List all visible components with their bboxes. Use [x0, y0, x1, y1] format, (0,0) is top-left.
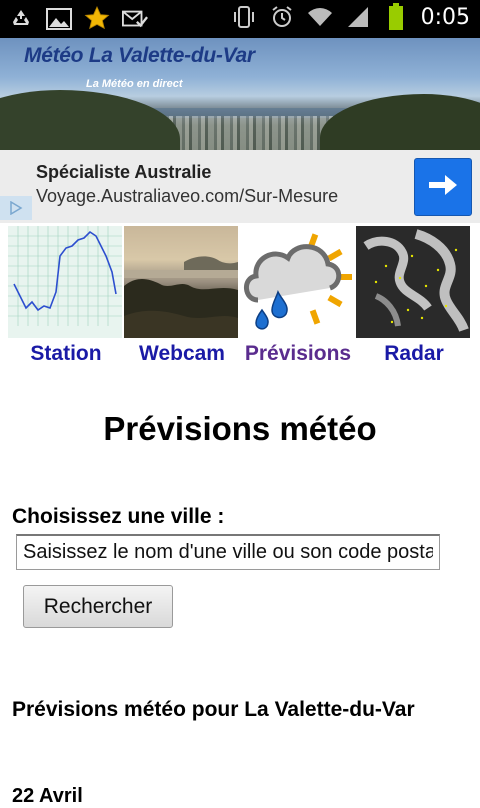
status-bar: 0:05 — [0, 0, 480, 38]
nav-webcam[interactable]: Webcam — [124, 226, 240, 372]
forecast-date: 22 Avril — [12, 785, 83, 807]
nav-station-label[interactable]: Station — [8, 342, 124, 366]
recycle-icon — [8, 6, 34, 32]
ad-title[interactable]: Spécialiste Australie — [36, 162, 211, 183]
arrow-right-icon — [427, 172, 459, 203]
ad-open-button[interactable] — [414, 158, 472, 216]
city-label: Choisissez une ville : — [12, 505, 225, 528]
site-subtitle: La Météo en direct — [86, 78, 183, 90]
radar-thumbnail[interactable] — [356, 226, 470, 338]
system-icons: 0:05 — [231, 3, 470, 30]
page-title: Prévisions météo — [103, 410, 377, 447]
clock: 0:05 — [420, 4, 470, 30]
station-chart-thumbnail[interactable] — [8, 226, 122, 338]
advertisement[interactable]: Spécialiste Australie Voyage.Australiave… — [0, 150, 480, 223]
site-banner[interactable]: Météo La Valette-du-Var La Météo en dire… — [0, 38, 480, 150]
nav-previsions[interactable]: Prévisions — [240, 226, 356, 372]
forecast-section-title: Prévisions météo pour La Valette-du-Var — [12, 698, 415, 721]
mail-check-icon — [122, 6, 148, 32]
image-icon — [46, 6, 72, 32]
star-icon — [84, 6, 110, 32]
forecast-weather-thumbnail[interactable] — [240, 226, 354, 338]
battery-icon — [383, 3, 409, 30]
adchoices-icon[interactable] — [0, 196, 32, 220]
wifi-icon — [307, 4, 333, 30]
section-nav: Station Webcam Prévisions Radar — [0, 226, 480, 374]
search-button[interactable]: Rechercher — [23, 585, 173, 628]
banner-hill-right — [320, 94, 480, 150]
signal-icon — [345, 4, 371, 30]
city-search-input[interactable] — [16, 534, 440, 570]
site-title: Météo La Valette-du-Var — [24, 44, 255, 67]
nav-webcam-label[interactable]: Webcam — [124, 342, 240, 366]
vibrate-icon — [231, 4, 257, 30]
nav-previsions-label[interactable]: Prévisions — [240, 342, 356, 366]
notification-icons — [8, 6, 148, 32]
nav-radar-label[interactable]: Radar — [356, 342, 472, 366]
nav-station[interactable]: Station — [8, 226, 124, 372]
nav-radar[interactable]: Radar — [356, 226, 472, 372]
ad-url[interactable]: Voyage.Australiaveo.com/Sur-Mesure — [36, 186, 338, 207]
banner-hill-left — [0, 90, 180, 150]
alarm-icon — [269, 4, 295, 30]
webcam-thumbnail[interactable] — [124, 226, 238, 338]
